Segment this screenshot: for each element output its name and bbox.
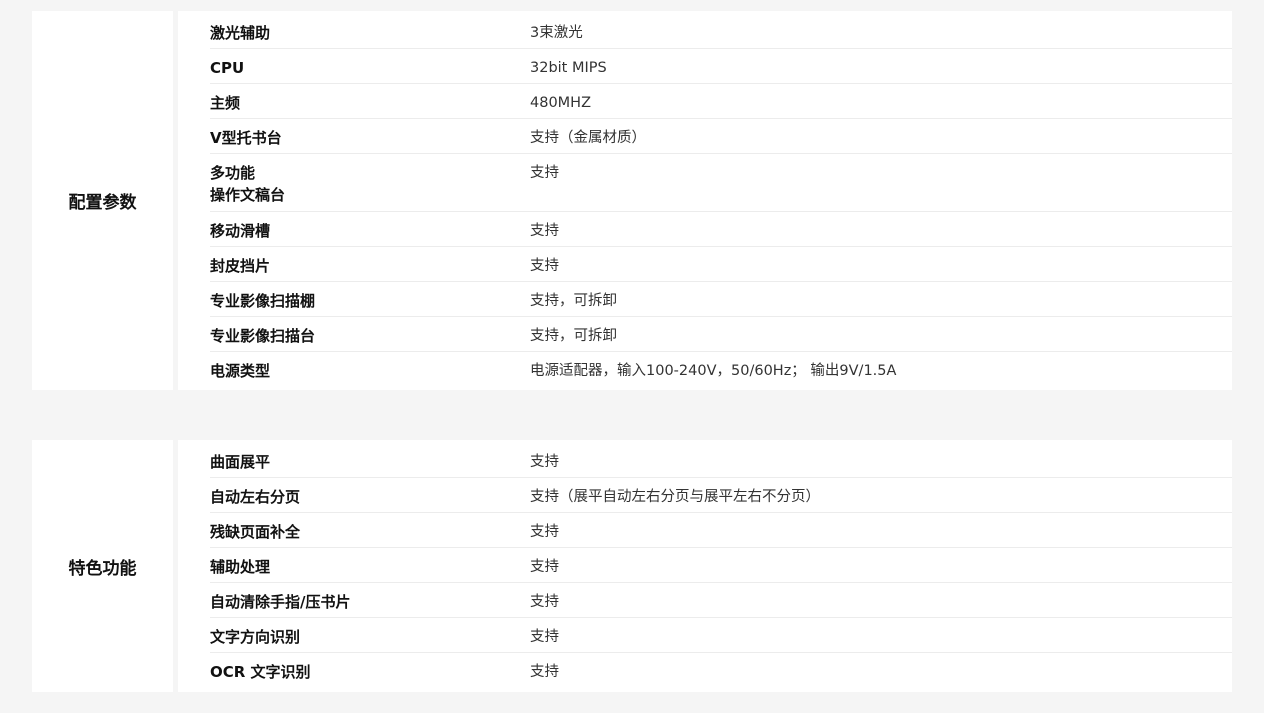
spec-value: 支持 (530, 524, 559, 540)
spec-label: 主频 (210, 94, 241, 112)
spec-row: 多功能 操作文稿台 支持 (210, 154, 1232, 212)
spec-value: 支持 (530, 223, 559, 239)
spec-label: 封皮挡片 (210, 257, 271, 275)
spec-row: 移动滑槽 支持 (210, 212, 1232, 247)
spec-value: 支持 (530, 454, 559, 470)
spec-value: 支持，可拆卸 (530, 328, 617, 344)
spec-value: 支持 (530, 594, 559, 610)
spec-row: 文字方向识别 支持 (210, 618, 1232, 653)
spec-value: 支持（展平自动左右分页与展平左右不分页） (530, 489, 820, 505)
spec-label: 曲面展平 (210, 453, 271, 471)
spec-label: 移动滑槽 (210, 222, 271, 240)
spec-value: 480MHZ (530, 95, 592, 111)
spec-value: 支持 (530, 629, 559, 645)
spec-page: 配置参数 激光辅助 3束激光 CPU 32bit MIPS 主频 480MHZ … (0, 0, 1264, 713)
spec-label: 电源类型 (210, 362, 271, 380)
spec-row: V型托书台 支持（金属材质） (210, 119, 1232, 154)
spec-table: 激光辅助 3束激光 CPU 32bit MIPS 主频 480MHZ V型托书台… (178, 14, 1232, 387)
spec-row: 辅助处理 支持 (210, 548, 1232, 583)
spec-label: CPU (210, 59, 245, 77)
spec-row: OCR 文字识别 支持 (210, 653, 1232, 688)
category-label: 特色功能 (68, 558, 137, 579)
spec-row: 电源类型 电源适配器，输入100-240V，50/60Hz； 输出9V/1.5A (210, 352, 1232, 387)
spec-row: 主频 480MHZ (210, 84, 1232, 119)
spec-value: 支持，可拆卸 (530, 293, 617, 309)
spec-label: 残缺页面补全 (210, 523, 301, 541)
spec-row: 专业影像扫描台 支持，可拆卸 (210, 317, 1232, 352)
spec-section-config: 配置参数 激光辅助 3束激光 CPU 32bit MIPS 主频 480MHZ … (32, 11, 1232, 390)
spec-label: OCR 文字识别 (210, 663, 311, 681)
spec-label: 专业影像扫描台 (210, 327, 316, 345)
spec-value: 支持 (530, 559, 559, 575)
spec-label: 激光辅助 (210, 24, 271, 42)
spec-label: 自动左右分页 (210, 488, 301, 506)
spec-row: 自动左右分页 支持（展平自动左右分页与展平左右不分页） (210, 478, 1232, 513)
spec-row: 激光辅助 3束激光 (210, 14, 1232, 49)
spec-value: 电源适配器，输入100-240V，50/60Hz； 输出9V/1.5A (530, 363, 897, 379)
category-label: 配置参数 (68, 193, 137, 213)
spec-value: 3束激光 (530, 25, 583, 41)
spec-label: 专业影像扫描棚 (210, 292, 316, 310)
spec-label: 多功能 操作文稿台 (210, 164, 286, 204)
spec-value: 32bit MIPS (530, 60, 607, 76)
spec-row: 残缺页面补全 支持 (210, 513, 1232, 548)
spec-label: 自动清除手指/压书片 (210, 593, 351, 611)
spec-row: 曲面展平 支持 (210, 443, 1232, 478)
spec-value: 支持 (530, 664, 559, 680)
spec-row: 专业影像扫描棚 支持，可拆卸 (210, 282, 1232, 317)
spec-table: 曲面展平 支持 自动左右分页 支持（展平自动左右分页与展平左右不分页） 残缺页面… (178, 443, 1232, 688)
spec-label: V型托书台 (210, 129, 282, 147)
spec-row: 自动清除手指/压书片 支持 (210, 583, 1232, 618)
spec-value: 支持 (530, 258, 559, 274)
spec-value: 支持 (530, 165, 559, 181)
spec-value: 支持（金属材质） (530, 130, 646, 146)
spec-label: 辅助处理 (210, 558, 271, 576)
spec-section-features: 特色功能 曲面展平 支持 自动左右分页 支持（展平自动左右分页与展平左右不分页）… (32, 440, 1232, 692)
spec-label: 文字方向识别 (210, 628, 301, 646)
spec-row: 封皮挡片 支持 (210, 247, 1232, 282)
spec-row: CPU 32bit MIPS (210, 49, 1232, 84)
